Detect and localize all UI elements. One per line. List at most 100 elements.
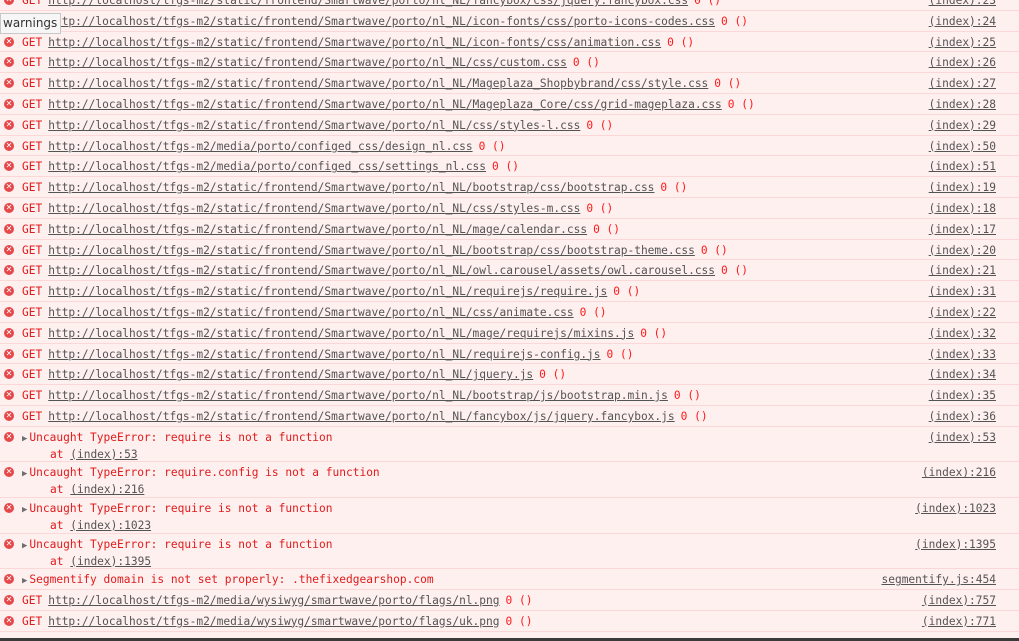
status-code: 0 ()	[505, 614, 533, 628]
request-url-link[interactable]: http://localhost/tfgs-m2/static/frontend…	[48, 389, 668, 402]
source-location-link[interactable]: (index):18	[929, 201, 996, 216]
request-url-link[interactable]: http://localhost/tfgs-m2/static/frontend…	[48, 36, 661, 49]
status-code: 0 ()	[640, 326, 668, 340]
expand-triangle-icon[interactable]: ▶	[22, 469, 27, 479]
console-network-error-row: ✕ GET http://localhost/tfgs-m2/media/wysiw…	[0, 589, 1019, 611]
expand-triangle-icon[interactable]: ▶	[22, 434, 27, 444]
request-url-link[interactable]: http://localhost/tfgs-m2/static/frontend…	[48, 202, 580, 215]
request-url-link[interactable]: http://localhost/tfgs-m2/static/frontend…	[48, 0, 688, 7]
http-method: GET	[22, 368, 43, 382]
http-method: GET	[22, 77, 43, 91]
stack-location-link[interactable]: (index):1395	[70, 555, 151, 568]
source-location-link[interactable]: (index):1395	[915, 537, 996, 552]
source-location-link[interactable]: (index):32	[929, 326, 996, 341]
status-code: 0 ()	[579, 305, 607, 319]
request-url-link[interactable]: http://localhost/tfgs-m2/static/frontend…	[48, 264, 715, 277]
request-url-link[interactable]: http://localhost/tfgs-m2/static/frontend…	[48, 410, 674, 423]
error-icon: ✕	[4, 98, 14, 109]
expand-triangle-icon[interactable]: ▶	[22, 576, 27, 586]
console-network-error-row: ✕ GET http://localhost/tfgs-m2/static/fron…	[0, 322, 1019, 344]
http-method: GET	[22, 614, 43, 628]
status-code: 0 ()	[721, 14, 748, 28]
http-method: GET	[22, 139, 43, 153]
source-location-link[interactable]: (index):31	[929, 284, 996, 299]
request-url-link[interactable]: http://localhost/tfgs-m2/media/porto/con…	[48, 160, 486, 173]
request-url-link[interactable]: http://localhost/tfgs-m2/static/frontend…	[48, 15, 715, 28]
console-network-error-row: ✕ GET http://localhost/tfgs-m2/static/fron…	[0, 93, 1019, 115]
request-url-link[interactable]: http://localhost/tfgs-m2/media/porto/con…	[48, 140, 472, 153]
source-location-link[interactable]: (index):771	[922, 614, 996, 629]
request-url-link[interactable]: http://localhost/tfgs-m2/static/frontend…	[48, 368, 533, 381]
request-url-link[interactable]: http://localhost/tfgs-m2/static/frontend…	[48, 327, 634, 340]
http-method: GET	[22, 56, 43, 70]
console-network-error-row: ✕ GET http://localhost/tfgs-m2/media/porto…	[0, 156, 1019, 178]
source-location-link[interactable]: (index):26	[929, 55, 996, 70]
request-url-link[interactable]: http://localhost/tfgs-m2/static/frontend…	[48, 98, 722, 111]
request-url-link[interactable]: http://localhost/tfgs-m2/static/frontend…	[48, 348, 600, 361]
message-line: ▶ Uncaught TypeError: require is not a fu…	[22, 501, 1019, 518]
console-network-error-row: ✕ GET http://localhost/tfgs-m2/static/fron…	[0, 52, 1019, 74]
request-url-link[interactable]: http://localhost/tfgs-m2/static/frontend…	[48, 77, 708, 90]
message-line: GET http://localhost/tfgs-m2/media/porto/…	[22, 139, 1019, 154]
message-line: GET http://localhost/tfgs-m2/static/front…	[22, 55, 1019, 70]
request-url-link[interactable]: http://localhost/tfgs-m2/media/wysiwyg/s…	[48, 615, 499, 628]
request-url-link[interactable]: http://localhost/tfgs-m2/static/frontend…	[48, 285, 607, 298]
source-location-link[interactable]: (index):53	[929, 430, 996, 445]
source-location-link[interactable]: (index):27	[929, 76, 996, 91]
message-line: GET http://localhost/tfgs-m2/media/wysiwy…	[22, 593, 1019, 608]
message-line: GET http://localhost/tfgs-m2/static/front…	[22, 367, 1019, 382]
error-icon: ✕	[4, 369, 14, 380]
message-line: GET http://localhost/tfgs-m2/static/front…	[22, 35, 1019, 50]
source-location-link[interactable]: (index):51	[929, 159, 996, 174]
http-method: GET	[22, 160, 43, 174]
source-location-link[interactable]: (index):28	[929, 97, 996, 112]
stack-location-link[interactable]: (index):216	[70, 483, 144, 496]
http-method: GET	[22, 0, 43, 7]
source-location-link[interactable]: (index):17	[929, 222, 996, 237]
status-code: 0 ()	[727, 97, 755, 111]
message-line: GEThttp://localhost/tfgs-m2/static/front…	[22, 14, 1019, 29]
request-url-link[interactable]: http://localhost/tfgs-m2/static/frontend…	[48, 119, 580, 132]
warnings-tooltip: warnings	[0, 13, 62, 34]
source-location-link[interactable]: segmentify.js:454	[881, 572, 996, 587]
error-icon: ✕	[4, 182, 14, 193]
source-location-link[interactable]: (index):21	[929, 263, 996, 278]
source-location-link[interactable]: (index):24	[929, 14, 996, 29]
source-location-link[interactable]: (index):33	[929, 347, 996, 362]
request-url-link[interactable]: http://localhost/tfgs-m2/static/frontend…	[48, 223, 587, 236]
source-location-link[interactable]: (index):19	[929, 180, 996, 195]
source-location-link[interactable]: (index):20	[929, 243, 996, 258]
source-location-link[interactable]: (index):23	[929, 0, 996, 8]
message-line: ▶ Uncaught TypeError: require is not a fu…	[22, 537, 1019, 554]
status-code: 0 ()	[613, 285, 641, 299]
expand-triangle-icon[interactable]: ▶	[22, 505, 27, 515]
stack-at-label: at	[50, 483, 64, 497]
request-url-link[interactable]: http://localhost/tfgs-m2/static/frontend…	[48, 306, 573, 319]
source-location-link[interactable]: (index):1023	[915, 501, 996, 516]
stack-trace-line: at (index):53	[22, 447, 1019, 462]
message-line: GEThttp://localhost/tfgs-m2/static/front…	[22, 284, 1019, 299]
http-method: GET	[22, 97, 43, 111]
source-location-link[interactable]: (index):216	[922, 465, 996, 480]
source-location-link[interactable]: (index):36	[929, 409, 996, 424]
source-location-link[interactable]: (index):35	[929, 388, 996, 403]
source-location-link[interactable]: (index):34	[929, 367, 996, 382]
status-code: 0 ()	[667, 35, 695, 49]
console-error-row: ✕ ▶ Uncaught TypeError: require is not a f…	[0, 497, 1019, 534]
request-url-link[interactable]: http://localhost/tfgs-m2/static/frontend…	[48, 56, 567, 69]
request-url-link[interactable]: http://localhost/tfgs-m2/static/frontend…	[48, 244, 695, 257]
source-location-link[interactable]: (index):22	[929, 305, 996, 320]
message-line: GEThttp://localhost/tfgs-m2/static/front…	[22, 305, 1019, 320]
stack-location-link[interactable]: (index):1023	[70, 519, 151, 532]
message-line: GEThttp://localhost/tfgs-m2/static/front…	[22, 326, 1019, 341]
source-location-link[interactable]: (index):757	[922, 593, 996, 608]
http-method: GET	[22, 222, 43, 236]
source-location-link[interactable]: (index):50	[929, 139, 996, 154]
http-method: GET	[22, 35, 43, 49]
request-url-link[interactable]: http://localhost/tfgs-m2/media/wysiwyg/s…	[48, 594, 499, 607]
expand-triangle-icon[interactable]: ▶	[22, 541, 27, 551]
source-location-link[interactable]: (index):25	[929, 35, 996, 50]
source-location-link[interactable]: (index):29	[929, 118, 996, 133]
request-url-link[interactable]: http://localhost/tfgs-m2/static/frontend…	[48, 181, 654, 194]
stack-location-link[interactable]: (index):53	[70, 448, 137, 461]
